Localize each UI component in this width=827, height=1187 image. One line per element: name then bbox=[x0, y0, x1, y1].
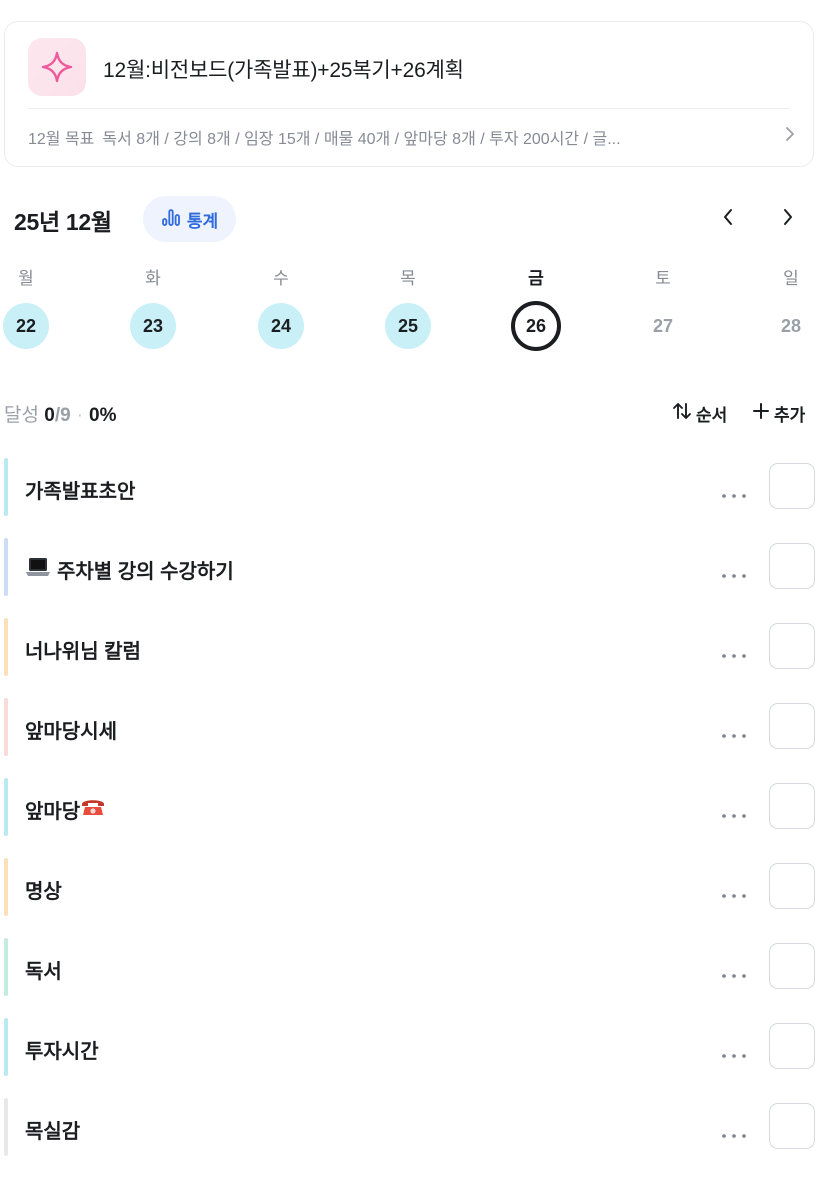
next-week-button[interactable] bbox=[773, 204, 803, 234]
laptop-icon bbox=[25, 557, 51, 583]
task-label-text: 주차별 강의 수강하기 bbox=[57, 561, 234, 583]
task-label-text: 독서 bbox=[25, 961, 62, 983]
task-color-bar bbox=[4, 458, 8, 516]
prev-week-button[interactable] bbox=[713, 204, 743, 234]
task-label-text: 앞마당시세 bbox=[25, 721, 117, 743]
goal-divider bbox=[28, 108, 790, 109]
bar-chart-icon bbox=[161, 207, 181, 232]
day-27[interactable]: 27 bbox=[640, 303, 686, 349]
task-color-bar bbox=[4, 858, 8, 916]
goal-summary-label: 12월 목표 bbox=[28, 131, 95, 148]
task-label-text: 명상 bbox=[25, 881, 62, 903]
weekday-sat: 토 bbox=[655, 269, 671, 288]
task-row[interactable]: 앞마당 bbox=[4, 778, 827, 838]
day-28[interactable]: 28 bbox=[768, 303, 814, 349]
more-options-icon[interactable] bbox=[719, 563, 749, 589]
task-color-bar bbox=[4, 538, 8, 596]
more-options-icon[interactable] bbox=[719, 723, 749, 749]
task-row[interactable]: 주차별 강의 수강하기 bbox=[4, 538, 827, 598]
sort-button[interactable]: 순서 bbox=[672, 401, 727, 426]
weekday-mon: 월 bbox=[18, 269, 34, 288]
task-row[interactable]: 명상 bbox=[4, 858, 827, 918]
telephone-icon bbox=[80, 797, 106, 823]
task-label-text: 목실감 bbox=[25, 1121, 81, 1143]
task-label[interactable]: 너나위님 칼럼 bbox=[25, 635, 141, 664]
task-label[interactable]: 주차별 강의 수강하기 bbox=[25, 555, 234, 584]
goal-summary-text: 독서 8개 / 강의 8개 / 임장 15개 / 매물 40개 / 앞마당 8개… bbox=[102, 131, 621, 148]
task-label[interactable]: 투자시간 bbox=[25, 1035, 99, 1064]
more-options-icon[interactable] bbox=[719, 483, 749, 509]
day-26-selected[interactable]: 26 bbox=[511, 301, 561, 351]
chevron-right-icon[interactable] bbox=[785, 126, 795, 147]
task-checkbox[interactable] bbox=[769, 1103, 815, 1149]
task-label[interactable]: 앞마당시세 bbox=[25, 715, 117, 744]
stats-button[interactable]: 통계 bbox=[143, 196, 236, 242]
monthly-goal-card[interactable]: 12월:비전보드(가족발표)+25복기+26계획 12월 목표 독서 8개 / 강… bbox=[4, 21, 814, 167]
task-label-text: 앞마당 bbox=[25, 801, 81, 823]
day-24[interactable]: 24 bbox=[258, 303, 304, 349]
task-row[interactable]: 가족발표초안 bbox=[4, 458, 827, 518]
task-color-bar bbox=[4, 698, 8, 756]
task-color-bar bbox=[4, 938, 8, 996]
task-checkbox[interactable] bbox=[769, 783, 815, 829]
task-label-text: 투자시간 bbox=[25, 1041, 99, 1063]
sparkle-icon bbox=[28, 38, 86, 96]
task-label[interactable]: 목실감 bbox=[25, 1115, 80, 1144]
task-checkbox[interactable] bbox=[769, 543, 815, 589]
task-label[interactable]: 가족발표초안 bbox=[25, 475, 135, 504]
task-checkbox[interactable] bbox=[769, 1023, 815, 1069]
task-checkbox[interactable] bbox=[769, 463, 815, 509]
chevron-left-icon bbox=[722, 208, 734, 231]
task-label[interactable]: 명상 bbox=[25, 875, 62, 904]
stats-button-label: 통계 bbox=[186, 211, 219, 231]
more-options-icon[interactable] bbox=[719, 883, 749, 909]
weekday-tue: 화 bbox=[145, 269, 161, 288]
task-color-bar bbox=[4, 618, 8, 676]
more-options-icon[interactable] bbox=[719, 643, 749, 669]
chevron-right-icon bbox=[782, 208, 794, 231]
task-color-bar bbox=[4, 1018, 8, 1076]
day-23[interactable]: 23 bbox=[130, 303, 176, 349]
task-checkbox[interactable] bbox=[769, 623, 815, 669]
day-25[interactable]: 25 bbox=[385, 303, 431, 349]
weekday-fri: 금 bbox=[528, 269, 544, 288]
add-label: 추가 bbox=[774, 406, 806, 425]
task-label[interactable]: 앞마당 bbox=[25, 795, 106, 824]
more-options-icon[interactable] bbox=[719, 1123, 749, 1149]
add-task-button[interactable]: 추가 bbox=[752, 401, 805, 426]
more-options-icon[interactable] bbox=[719, 1043, 749, 1069]
task-checkbox[interactable] bbox=[769, 703, 815, 749]
task-row[interactable]: 투자시간 bbox=[4, 1018, 827, 1078]
task-row[interactable]: 독서 bbox=[4, 938, 827, 998]
month-title: 25년 12월 bbox=[14, 209, 112, 235]
task-checkbox[interactable] bbox=[769, 863, 815, 909]
achievement-separator: · bbox=[76, 405, 84, 426]
achievement-label: 달성 bbox=[4, 405, 39, 426]
task-label-text: 가족발표초안 bbox=[25, 481, 136, 503]
sort-label: 순서 bbox=[696, 406, 728, 425]
more-options-icon[interactable] bbox=[719, 803, 749, 829]
task-color-bar bbox=[4, 1098, 8, 1156]
goal-title: 12월:비전보드(가족발표)+25복기+26계획 bbox=[103, 59, 464, 82]
task-row[interactable]: 앞마당시세 bbox=[4, 698, 827, 758]
task-color-bar bbox=[4, 778, 8, 836]
task-checkbox[interactable] bbox=[769, 943, 815, 989]
weekday-wed: 수 bbox=[273, 269, 289, 288]
achievement-total: /9 bbox=[54, 405, 71, 426]
task-label[interactable]: 독서 bbox=[25, 955, 62, 984]
sort-arrows-icon bbox=[672, 402, 692, 425]
goal-summary: 12월 목표 독서 8개 / 강의 8개 / 임장 15개 / 매물 40개 / … bbox=[28, 125, 768, 149]
achievement-count: 0 bbox=[44, 405, 55, 426]
task-row[interactable]: 너나위님 칼럼 bbox=[4, 618, 827, 678]
more-options-icon[interactable] bbox=[719, 963, 749, 989]
achievement-summary: 달성 0/9 · 0% bbox=[4, 400, 116, 427]
task-row[interactable]: 목실감 bbox=[4, 1098, 827, 1158]
day-22[interactable]: 22 bbox=[3, 303, 49, 349]
plus-icon bbox=[752, 402, 770, 425]
weekday-thu: 목 bbox=[400, 269, 416, 288]
task-label-text: 너나위님 칼럼 bbox=[25, 641, 141, 663]
achievement-percent: 0% bbox=[89, 405, 117, 426]
weekday-sun: 일 bbox=[783, 269, 799, 288]
